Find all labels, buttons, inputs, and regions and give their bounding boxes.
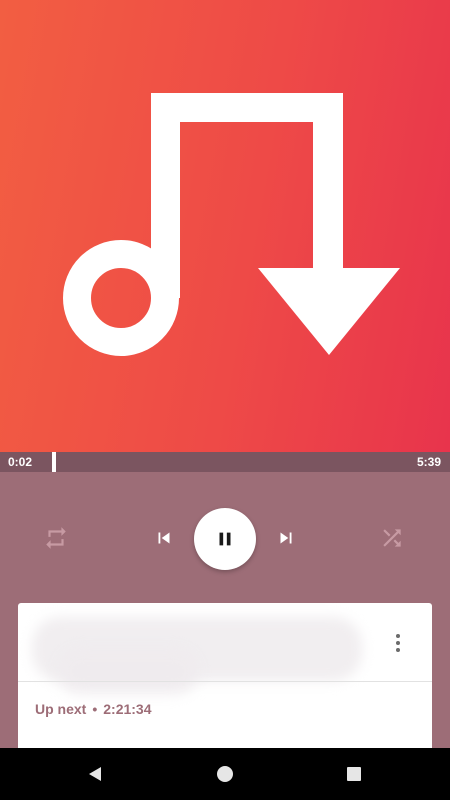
home-circle-icon [217,766,233,782]
total-duration: 5:39 [416,455,441,469]
seek-thumb[interactable] [52,452,56,472]
pause-icon [219,532,231,546]
up-next-row[interactable]: Up next • 2:21:34 [35,701,152,717]
more-options-button[interactable] [386,631,410,655]
shuffle-button[interactable] [376,522,408,554]
card-divider [18,681,432,682]
up-next-label: Up next [35,701,87,717]
play-pause-button[interactable] [194,508,256,570]
shuffle-icon [383,529,401,547]
skip-previous-icon [158,532,170,544]
separator-dot: • [92,701,98,717]
playback-controls [0,472,450,602]
next-track-button[interactable] [272,524,300,552]
more-vert-icon [396,634,400,638]
nav-recents-button[interactable] [342,762,366,786]
music-note-download-icon [63,93,400,356]
up-next-duration: 2:21:34 [103,701,152,717]
album-artwork [0,0,450,452]
elapsed-time: 0:02 [8,455,33,469]
repeat-icon [46,527,66,549]
skip-next-icon [280,532,292,544]
nav-back-button[interactable] [83,762,107,786]
seek-bar[interactable]: 0:02 5:39 [0,452,450,472]
queue-card[interactable]: Up next • 2:21:34 [18,603,432,753]
recents-square-icon [347,767,361,781]
system-nav-bar [0,748,450,800]
track-subtitle [58,649,198,693]
back-triangle-icon [89,767,101,781]
repeat-button[interactable] [40,522,72,554]
nav-home-button[interactable] [213,762,237,786]
previous-track-button[interactable] [150,524,178,552]
